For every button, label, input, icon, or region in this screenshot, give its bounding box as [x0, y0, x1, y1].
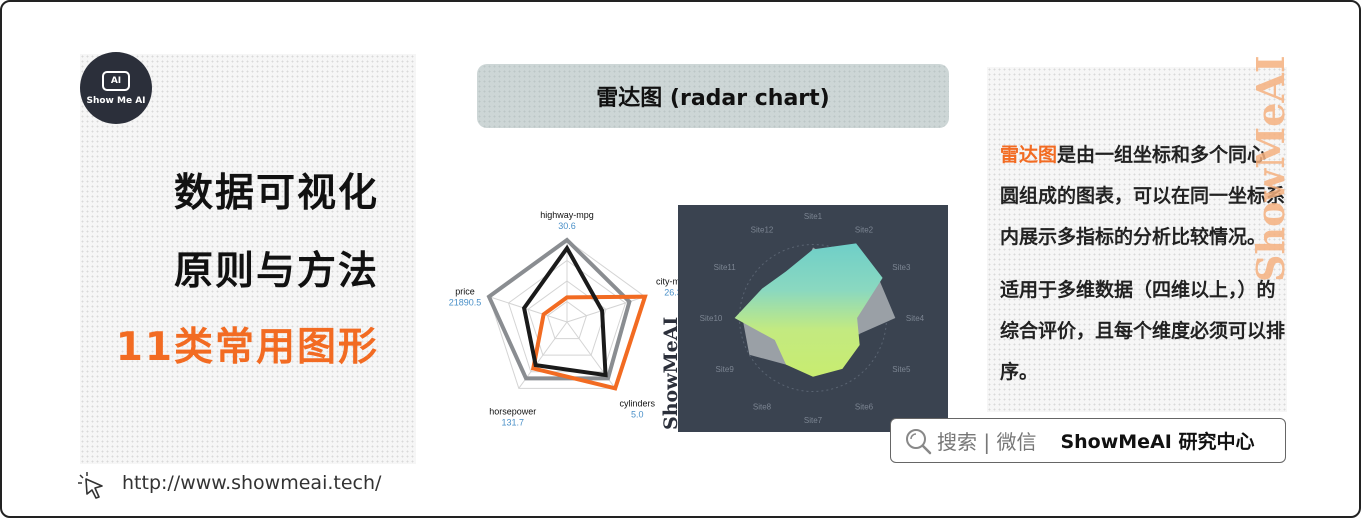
radar-axis-label: highway-mpg: [540, 210, 594, 220]
radar-series-area: [734, 243, 883, 377]
watermark-chart-text: ShowMeAI: [660, 317, 682, 430]
showmeai-logo: AI Show Me AI: [80, 52, 152, 124]
watermark-chart: ShowMeAI: [660, 317, 682, 430]
radar-axis-value: 131.7: [502, 417, 525, 427]
cursor-click-icon: [78, 472, 103, 499]
watermark-right-text: ShowMeAI: [1248, 55, 1290, 282]
description-para-2: 适用于多维数据（四维以上，）的综合评价，且每个维度必须可以排序。: [1000, 279, 1286, 383]
title-line-3: 11类常用图形: [115, 325, 379, 370]
radar-axis-label: Site10: [700, 314, 723, 323]
radar-axis-label: Site1: [804, 212, 823, 221]
radar-axis-label: horsepower: [489, 406, 536, 416]
radar-chart-cars: highway-mpg30.6city-mpg26.3cylinders5.0h…: [449, 210, 682, 427]
radar-axis-label: Site11: [714, 263, 737, 272]
slide-frame: AI Show Me AI 数据可视化 原则与方法 11类常用图形 http:/…: [0, 0, 1361, 518]
search-label: 搜索 | 微信: [937, 430, 1037, 454]
description-para-1: 雷达图是由一组坐标和多个同心圆组成的图表，可以在同一坐标系内展示多指标的分析比较…: [1000, 135, 1285, 258]
radar-axis-label: Site4: [906, 314, 925, 323]
radar-axis-label: cylinders: [619, 398, 655, 408]
search-icon: [906, 428, 932, 454]
website-link[interactable]: http://www.showmeai.tech/: [122, 472, 381, 494]
description-highlight: 雷达图: [1000, 144, 1058, 166]
logo-text: Show Me AI: [86, 95, 146, 106]
radar-chart-sites: Site1 Site2 Site3 Site4 Site5 Site6 Site7 Site8…: [678, 205, 948, 432]
radar-axis-label: Site2: [855, 226, 874, 235]
title-line-1: 数据可视化: [173, 171, 379, 216]
description: 雷达图是由一组坐标和多个同心圆组成的图表，可以在同一坐标系内展示多指标的分析比较…: [1000, 135, 1285, 393]
brand-label: ShowMeAI 研究中心: [1060, 431, 1255, 453]
radar-axis-label: Site5: [892, 365, 911, 374]
radar-axis-label: Site12: [751, 226, 774, 235]
radar-axis-label: Site6: [855, 402, 874, 411]
radar-axis-label: price: [455, 287, 475, 297]
search-box[interactable]: 搜索 | 微信 ShowMeAI 研究中心: [890, 418, 1286, 463]
chart-title-box: 雷达图 (radar chart): [477, 64, 949, 128]
radar-axis-label: Site8: [753, 402, 772, 411]
radar-axis-value: 30.6: [558, 221, 576, 231]
radar-axis-label: Site9: [716, 365, 735, 374]
radar-axis-line: [566, 296, 646, 323]
ai-badge-icon: AI: [102, 70, 130, 91]
chart-title: 雷达图 (radar chart): [596, 86, 830, 111]
radar-axis-label: Site7: [804, 416, 823, 425]
watermark-right: ShowMeAI: [1248, 55, 1290, 282]
title-line-2: 原则与方法: [173, 249, 379, 294]
radar-axis-value: 21890.5: [449, 298, 482, 308]
radar-axis-label: Site3: [892, 263, 911, 272]
radar-axis-value: 5.0: [631, 409, 644, 419]
